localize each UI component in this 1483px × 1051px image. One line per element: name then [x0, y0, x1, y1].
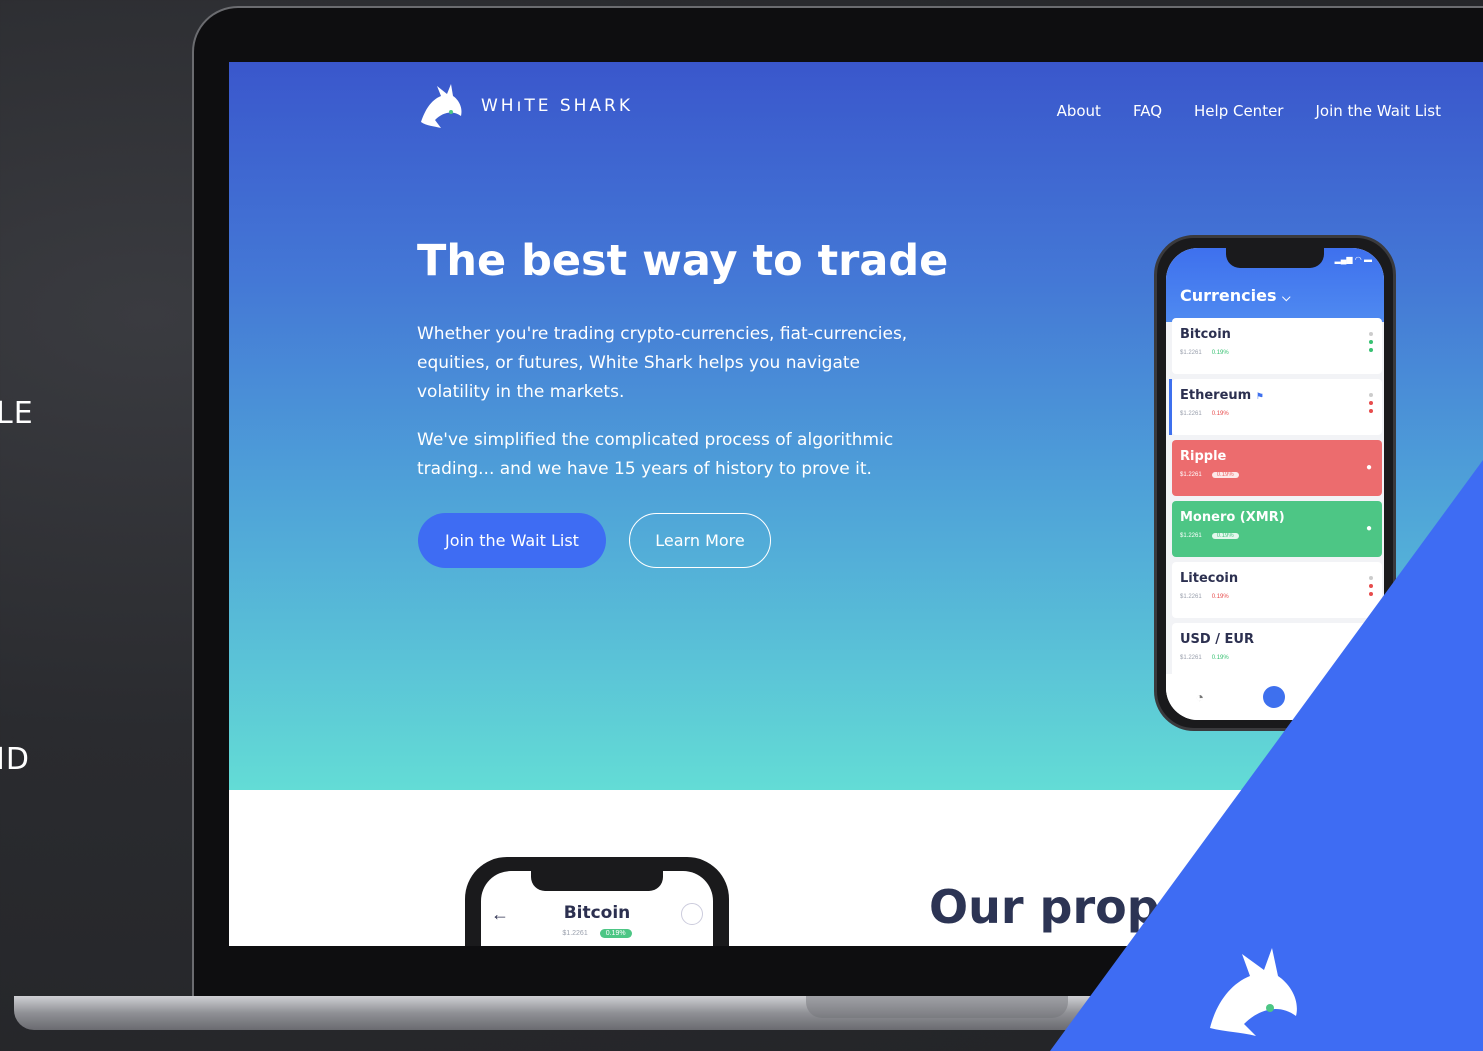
currency-name: Litecoin	[1180, 571, 1239, 586]
shark-icon	[421, 84, 462, 128]
phone2-change: 0.19%	[599, 929, 632, 938]
brand-logo[interactable]: WHıTE SHARK	[417, 82, 633, 130]
folder-icon[interactable]: ▰	[1344, 689, 1355, 706]
nav-faq[interactable]: FAQ	[1133, 102, 1162, 120]
phone2-screen: ← Bitcoin $1.2261 0.19%	[481, 871, 713, 946]
laptop-hinge-notch	[806, 996, 1068, 1018]
trend-dots	[1369, 576, 1373, 596]
currency-change: 0.19%	[1211, 594, 1229, 600]
currency-name: Monero (XMR)	[1180, 510, 1285, 525]
side-label-2: ID	[0, 742, 30, 777]
currency-item-ripple[interactable]: Ripple $1.2261 0.19% ●	[1172, 440, 1382, 496]
brand-name: WHıTE SHARK	[481, 96, 634, 116]
currency-change: 0.19%	[1211, 350, 1229, 356]
currency-price: $1.2261	[1180, 350, 1202, 356]
nav-about[interactable]: About	[1057, 102, 1101, 120]
nav-join-wait-list[interactable]: Join the Wait List	[1315, 102, 1441, 120]
currency-change: 0.19%	[1211, 411, 1229, 417]
currency-price: $1.2261	[1180, 533, 1202, 539]
phone2-notch	[531, 871, 663, 891]
currency-price: $1.2261	[1180, 594, 1202, 600]
currency-item-bitcoin[interactable]: Bitcoin $1.2261 0.19%	[1172, 318, 1382, 374]
phone-tab-bar: ◔ ▰	[1166, 674, 1384, 720]
trend-dots	[1369, 332, 1373, 352]
currency-change: 0.19%	[1211, 472, 1239, 478]
side-label-1: LE	[0, 396, 34, 431]
join-wait-list-button[interactable]: Join the Wait List	[418, 513, 606, 568]
currency-name: Ripple	[1180, 449, 1227, 464]
trend-dots	[1369, 393, 1373, 413]
phone2-price: $1.2261	[562, 930, 588, 937]
hero-paragraph-1: Whether you're trading crypto-currencies…	[417, 324, 908, 402]
currencies-dropdown[interactable]: Currencies ⌵	[1180, 286, 1290, 305]
currencies-title: Currencies	[1180, 286, 1277, 305]
hand-icon: ●	[1365, 523, 1372, 534]
bell-icon[interactable]	[681, 903, 703, 925]
status-icons: ▂▄▆ ◠ ▬	[1334, 255, 1372, 264]
phone-screen: ▂▄▆ ◠ ▬ Currencies ⌵ Bitcoin $1.2261 0.19…	[1166, 248, 1384, 720]
section2-title: Our propri	[929, 880, 1199, 934]
currency-change: 0.19%	[1211, 655, 1229, 661]
currency-item-monero[interactable]: Monero (XMR) $1.2261 0.19% ●	[1172, 501, 1382, 557]
currency-price: $1.2261	[1180, 655, 1202, 661]
laptop-screen: WHıTE SHARK About FAQ Help Center Join t…	[229, 62, 1483, 946]
currency-item-litecoin[interactable]: Litecoin $1.2261 0.19%	[1172, 562, 1382, 618]
laptop-base	[14, 996, 1483, 1030]
nav-help-center[interactable]: Help Center	[1194, 102, 1283, 120]
currency-price: $1.2261	[1180, 411, 1202, 417]
currency-price: $1.2261	[1180, 472, 1202, 478]
chart-icon[interactable]: ◔	[1195, 689, 1203, 705]
currency-name: USD / EUR	[1180, 632, 1254, 647]
selection-indicator	[1169, 379, 1172, 435]
hand-icon: ●	[1365, 462, 1372, 473]
dashboard-icon[interactable]	[1262, 686, 1285, 708]
hero-section: WHıTE SHARK About FAQ Help Center Join t…	[229, 62, 1483, 790]
hero-headline: The best way to trade	[417, 236, 949, 286]
currency-change: 0.19%	[1211, 533, 1239, 539]
flag-icon: ⚑	[1255, 392, 1264, 402]
currency-name: Ethereum ⚑	[1180, 388, 1264, 403]
phone-mockup-2: ← Bitcoin $1.2261 0.19%	[465, 857, 729, 946]
hero-paragraph-2: We've simplified the complicated process…	[417, 430, 894, 479]
currency-item-ethereum[interactable]: Ethereum ⚑ $1.2261 0.19%	[1169, 379, 1382, 435]
top-nav: About FAQ Help Center Join the Wait List	[1057, 102, 1441, 120]
learn-more-button[interactable]: Learn More	[629, 513, 771, 568]
chevron-down-icon: ⌵	[1282, 291, 1291, 304]
currency-item-usd-eur[interactable]: USD / EUR $1.2261 0.19%	[1172, 623, 1382, 679]
phone2-title: Bitcoin	[563, 903, 631, 923]
phone-notch	[1226, 248, 1324, 268]
phone-header: ▂▄▆ ◠ ▬ Currencies ⌵	[1166, 248, 1384, 322]
phone-mockup: ▂▄▆ ◠ ▬ Currencies ⌵ Bitcoin $1.2261 0.19…	[1154, 235, 1396, 731]
currency-name: Bitcoin	[1180, 327, 1231, 342]
